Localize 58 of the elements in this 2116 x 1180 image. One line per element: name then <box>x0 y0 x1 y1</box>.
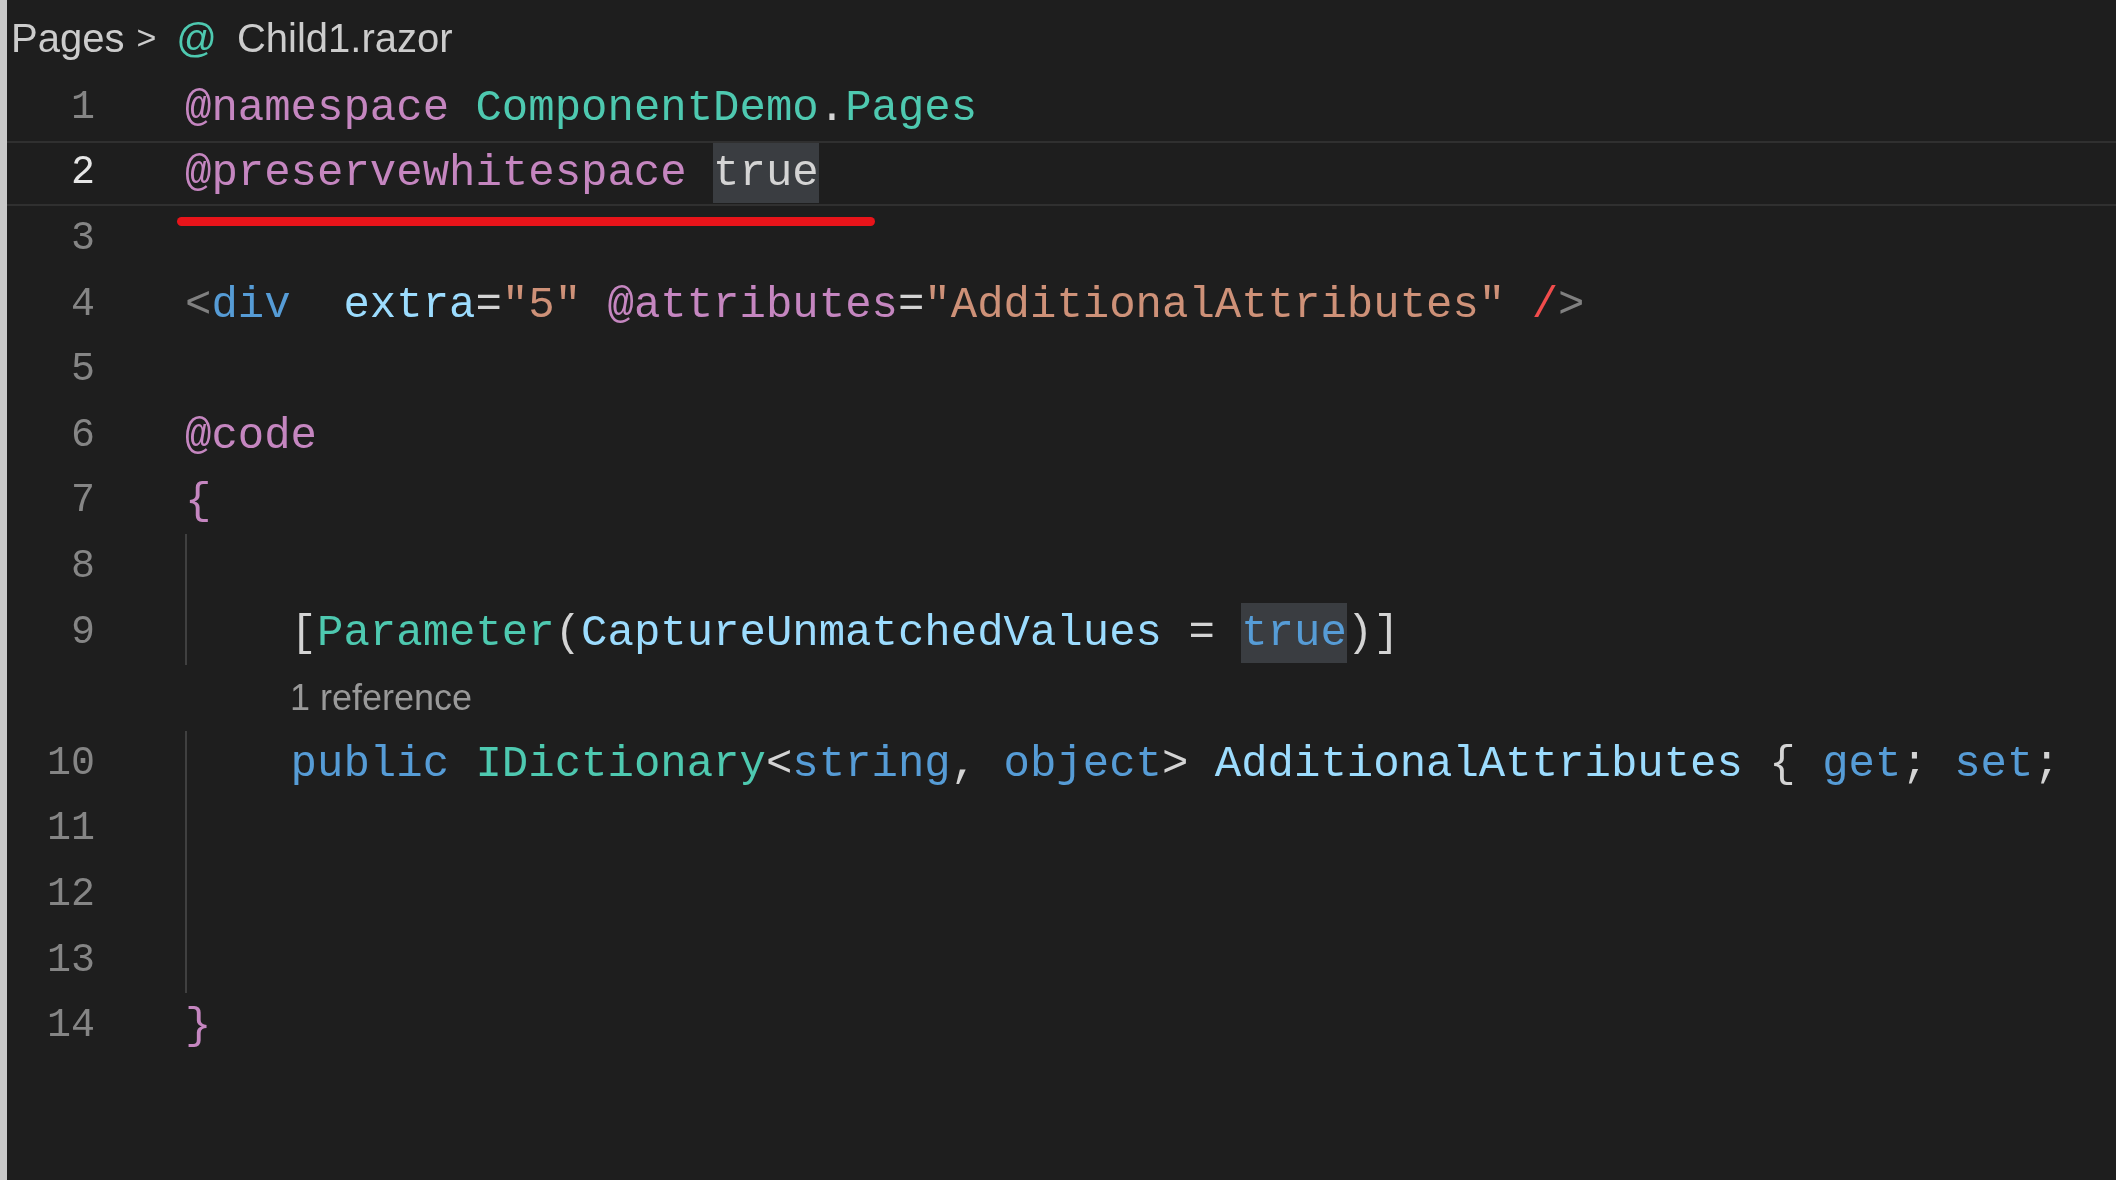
line-number: 2 <box>70 149 95 198</box>
code-token: ( <box>554 606 582 660</box>
line-number: 5 <box>70 346 95 395</box>
code-token: IDictionary <box>474 737 766 791</box>
line-number: 14 <box>46 1002 95 1051</box>
code-token: )] <box>1346 606 1400 660</box>
code-token: , <box>950 737 979 791</box>
line-number: 3 <box>70 215 95 263</box>
code-token: AdditionalAttributes <box>1214 737 1743 791</box>
code-token: { <box>1768 737 1797 791</box>
code-token: . <box>818 81 846 135</box>
code-token: = <box>897 278 925 332</box>
code-token: < <box>185 278 212 332</box>
code-lens-link[interactable]: 1 reference <box>290 671 473 726</box>
code-token: Pages <box>845 81 978 135</box>
code-token: string <box>792 737 951 791</box>
code-token: object <box>1003 737 1162 791</box>
code-token: ; <box>1901 737 1929 791</box>
code-token: set <box>1954 737 2034 791</box>
code-token: true <box>1241 602 1347 663</box>
line-number: 11 <box>46 805 95 854</box>
code-token: @preservewhitespace <box>185 147 688 201</box>
code-token: @namespace <box>185 81 450 135</box>
line-number: 7 <box>70 477 95 526</box>
line-number: 1 <box>70 83 95 132</box>
line-number: 8 <box>70 542 95 591</box>
razor-file-icon: @ <box>176 7 217 68</box>
code-token: { <box>185 475 212 529</box>
breadcrumb-item[interactable]: Pages <box>11 7 125 68</box>
code-token: @attributes <box>607 278 898 332</box>
code-token: CaptureUnmatchedValues <box>581 606 1162 660</box>
code-token: < <box>765 737 793 791</box>
code-token: get <box>1822 737 1902 791</box>
breadcrumb-item[interactable]: Child1.razor <box>236 7 453 68</box>
code-token: public <box>289 737 450 791</box>
line-number: 9 <box>70 608 95 657</box>
line-number: 4 <box>70 280 95 329</box>
code-token: "AdditionalAttributes" <box>924 278 1507 332</box>
line-number: 6 <box>70 411 95 460</box>
line-number: 12 <box>46 870 95 919</box>
code-token: extra <box>342 278 476 332</box>
code-token: = <box>475 278 502 332</box>
code-token: div <box>211 278 291 332</box>
code-token: = <box>1187 606 1216 660</box>
code-token: ; <box>2033 737 2061 791</box>
chevron-icon: > <box>136 12 157 63</box>
code-token: / <box>1531 278 1559 332</box>
code-token: > <box>1162 737 1190 791</box>
code-token: } <box>185 1000 212 1054</box>
code-token: Parameter <box>317 606 555 660</box>
code-token: @code <box>185 409 318 463</box>
line-number: 10 <box>46 739 95 788</box>
code-token: "5" <box>501 278 583 332</box>
code-token: > <box>1558 278 1585 332</box>
code-token: [ <box>289 606 318 660</box>
code-token: ComponentDemo <box>474 81 819 135</box>
code-token: true <box>713 143 819 204</box>
line-number: 13 <box>46 936 95 985</box>
